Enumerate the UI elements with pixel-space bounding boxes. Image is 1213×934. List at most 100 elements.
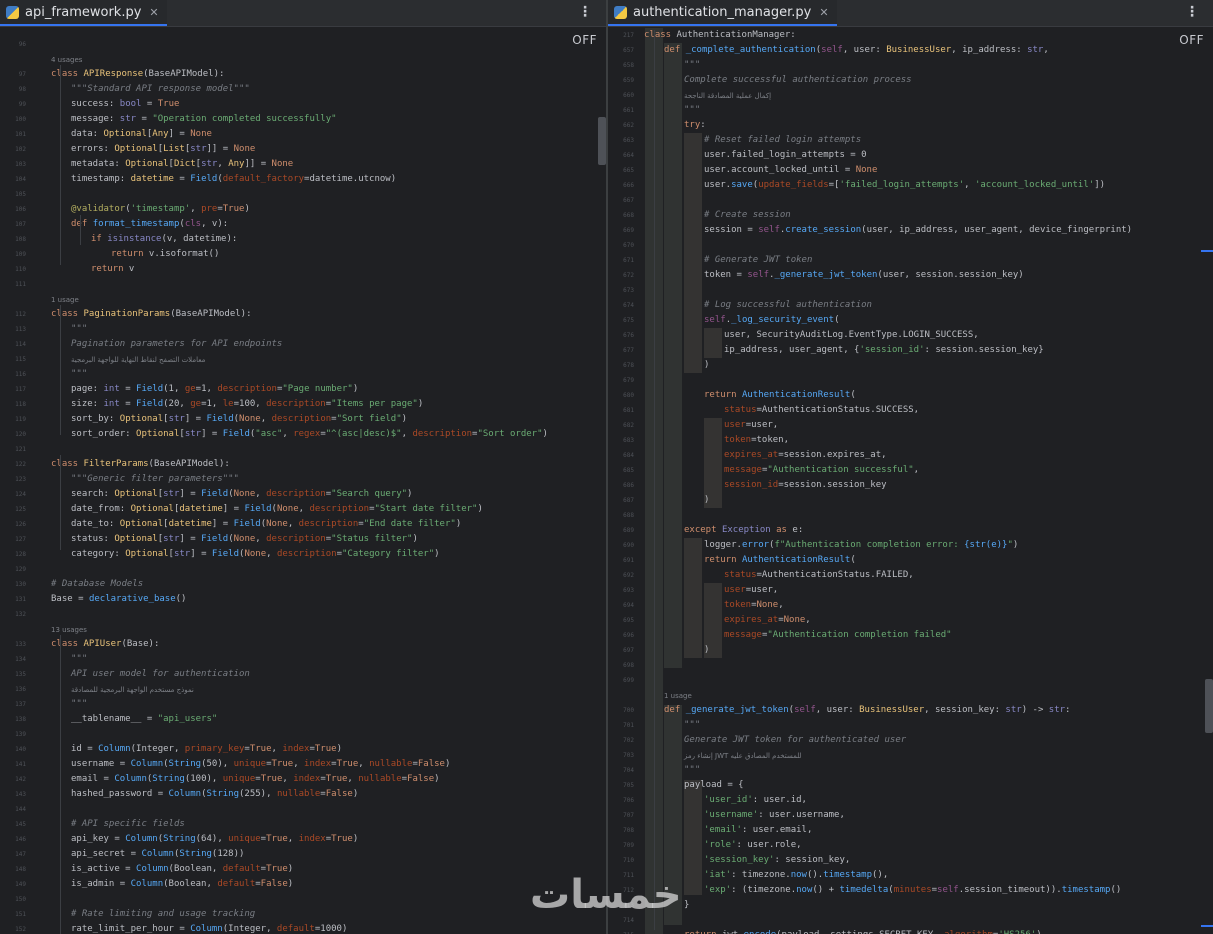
code-line: class APIResponse(BaseAPIModel): xyxy=(51,69,225,79)
code-line: message="Authentication completion faile… xyxy=(724,630,952,640)
more-options-icon[interactable]: ⋮ xyxy=(578,5,592,19)
code-line: """ xyxy=(71,369,88,379)
indent-guide xyxy=(80,215,81,245)
code-line: message: str = "Operation completed succ… xyxy=(71,114,337,124)
inlay-hint: معاملات التصفح لنقاط النهاية للواجهة الب… xyxy=(71,356,206,364)
close-icon[interactable]: ✕ xyxy=(149,6,158,19)
code-line: try: xyxy=(684,120,706,130)
right-tab-bar: authentication_manager.py ✕ ⋮ xyxy=(608,0,1213,27)
code-line: def _generate_jwt_token(self, user: Busi… xyxy=(664,705,1071,715)
code-line: Complete successful authentication proce… xyxy=(684,75,912,85)
code-line: api_secret = Column(String(128)) xyxy=(71,849,245,859)
code-line: return v.isoformat() xyxy=(111,249,220,259)
code-area[interactable]: class AuthenticationManager: def _complet… xyxy=(608,27,1213,934)
code-line: # Reset failed login attempts xyxy=(704,135,862,145)
right-editor-pane[interactable]: authentication_manager.py ✕ ⋮ 217 657 658 6… xyxy=(608,0,1213,934)
code-line: message="Authentication successful", xyxy=(724,465,920,475)
indent-guide xyxy=(60,635,61,934)
python-file-icon xyxy=(6,5,19,19)
code-line: if isinstance(v, datetime): xyxy=(91,234,238,244)
tab-api-framework[interactable]: api_framework.py ✕ xyxy=(0,0,167,26)
code-line: user.save(update_fields=['failed_login_a… xyxy=(704,180,1106,190)
code-line: """Standard API response model""" xyxy=(71,84,250,94)
code-line: API user model for authentication xyxy=(71,669,250,679)
code-line: 'email': user.email, xyxy=(704,825,813,835)
inlay-hint: إكمال عملية المصادقة الناجحة xyxy=(684,92,772,100)
code-line: email = Column(String(100), unique=True,… xyxy=(71,774,440,784)
code-line: return v xyxy=(91,264,135,274)
code-line: rate_limit_per_hour = Column(Integer, de… xyxy=(71,924,348,934)
code-line: payload = { xyxy=(684,780,744,790)
code-line: 'user_id': user.id, xyxy=(704,795,807,805)
code-line: errors: Optional[List[str]] = None xyxy=(71,144,256,154)
scroll-marker xyxy=(1201,925,1213,927)
code-line: token = self._generate_jwt_token(user, s… xyxy=(704,270,1024,280)
code-line: # Log successful authentication xyxy=(704,300,872,310)
code-line: """ xyxy=(684,765,701,775)
code-line: user.failed_login_attempts = 0 xyxy=(704,150,867,160)
code-line: category: Optional[str] = Field(None, de… xyxy=(71,549,440,559)
code-line: token=token, xyxy=(724,435,790,445)
code-line: Generate JWT token for authenticated use… xyxy=(684,735,907,745)
scrollbar-thumb[interactable] xyxy=(598,117,606,165)
code-line: 'iat': timezone.now().timestamp(), xyxy=(704,870,889,880)
tab-label: api_framework.py xyxy=(25,4,142,20)
code-line: return AuthenticationResult( xyxy=(704,390,856,400)
code-line: is_active = Column(Boolean, default=True… xyxy=(71,864,294,874)
code-line: data: Optional[Any] = None xyxy=(71,129,212,139)
code-line: return AuthenticationResult( xyxy=(704,555,856,565)
code-line: timestamp: datetime = Field(default_fact… xyxy=(71,174,397,184)
scrollbar-thumb[interactable] xyxy=(1205,679,1213,733)
code-line: user=user, xyxy=(724,585,779,595)
reader-mode-toggle[interactable]: OFF xyxy=(1179,33,1204,47)
code-line: # Create session xyxy=(704,210,791,220)
code-line: # API specific fields xyxy=(71,819,185,829)
inlay-hint: 13 usages xyxy=(51,626,87,634)
code-line: except Exception as e: xyxy=(684,525,804,535)
code-line: """Generic filter parameters""" xyxy=(71,474,239,484)
scroll-marker xyxy=(1201,250,1213,252)
code-line: # Rate limiting and usage tracking xyxy=(71,909,256,919)
code-line: logger.error(f"Authentication completion… xyxy=(704,540,1019,550)
code-line: 'exp': (timezone.now() + timedelta(minut… xyxy=(704,885,1122,895)
code-line: } xyxy=(684,900,690,910)
indent-guide xyxy=(60,455,61,550)
more-options-icon[interactable]: ⋮ xyxy=(1185,5,1199,19)
left-tab-bar: api_framework.py ✕ ⋮ xyxy=(0,0,606,27)
inlay-hint: نموذج مستخدم الواجهة البرمجية للمصادقة xyxy=(71,686,194,694)
code-line: ) xyxy=(704,360,710,370)
code-line: def format_timestamp(cls, v): xyxy=(71,219,229,229)
code-line: size: int = Field(20, ge=1, le=100, desc… xyxy=(71,399,424,409)
code-line: 'role': user.role, xyxy=(704,840,802,850)
code-line: id = Column(Integer, primary_key=True, i… xyxy=(71,744,342,754)
code-line: expires_at=None, xyxy=(724,615,811,625)
close-icon[interactable]: ✕ xyxy=(819,6,828,19)
code-line: Base = declarative_base() xyxy=(51,594,187,604)
reader-mode-toggle[interactable]: OFF xyxy=(572,33,597,47)
inlay-hint: إنشاء رمز JWT للمستخدم المصادق عليه xyxy=(684,752,802,760)
code-line: metadata: Optional[Dict[str, Any]] = Non… xyxy=(71,159,294,169)
indent-guide xyxy=(60,65,61,265)
code-line: return jwt.encode(payload, settings.SECR… xyxy=(684,928,1042,934)
code-area[interactable]: 4 usages class APIResponse(BaseAPIModel):… xyxy=(0,27,606,934)
code-line: """ xyxy=(684,105,701,115)
inlay-hint: 4 usages xyxy=(51,56,83,64)
code-line: @validator('timestamp', pre=True) xyxy=(71,204,250,214)
code-line: self._log_security_event( xyxy=(704,315,840,325)
code-line: sort_order: Optional[str] = Field("asc",… xyxy=(71,429,548,439)
code-line: """ xyxy=(684,60,701,70)
code-line: ) xyxy=(704,495,710,505)
code-line: 'session_key': session_key, xyxy=(704,855,851,865)
code-line: class APIUser(Base): xyxy=(51,639,160,649)
left-editor-pane[interactable]: api_framework.py ✕ ⋮ 96 97 98 99 100 101 102 10… xyxy=(0,0,606,934)
code-line: sort_by: Optional[str] = Field(None, des… xyxy=(71,414,408,424)
tab-authentication-manager[interactable]: authentication_manager.py ✕ xyxy=(608,0,837,26)
code-line: expires_at=session.expires_at, xyxy=(724,450,887,460)
code-line: username = Column(String(50), unique=Tru… xyxy=(71,759,451,769)
code-line: def _complete_authentication(self, user:… xyxy=(664,45,1049,55)
code-line: __tablename__ = "api_users" xyxy=(71,714,218,724)
code-line: class FilterParams(BaseAPIModel): xyxy=(51,459,230,469)
code-line: date_from: Optional[datetime] = Field(No… xyxy=(71,504,483,514)
python-file-icon xyxy=(614,5,627,19)
code-line: status=AuthenticationStatus.FAILED, xyxy=(724,570,914,580)
